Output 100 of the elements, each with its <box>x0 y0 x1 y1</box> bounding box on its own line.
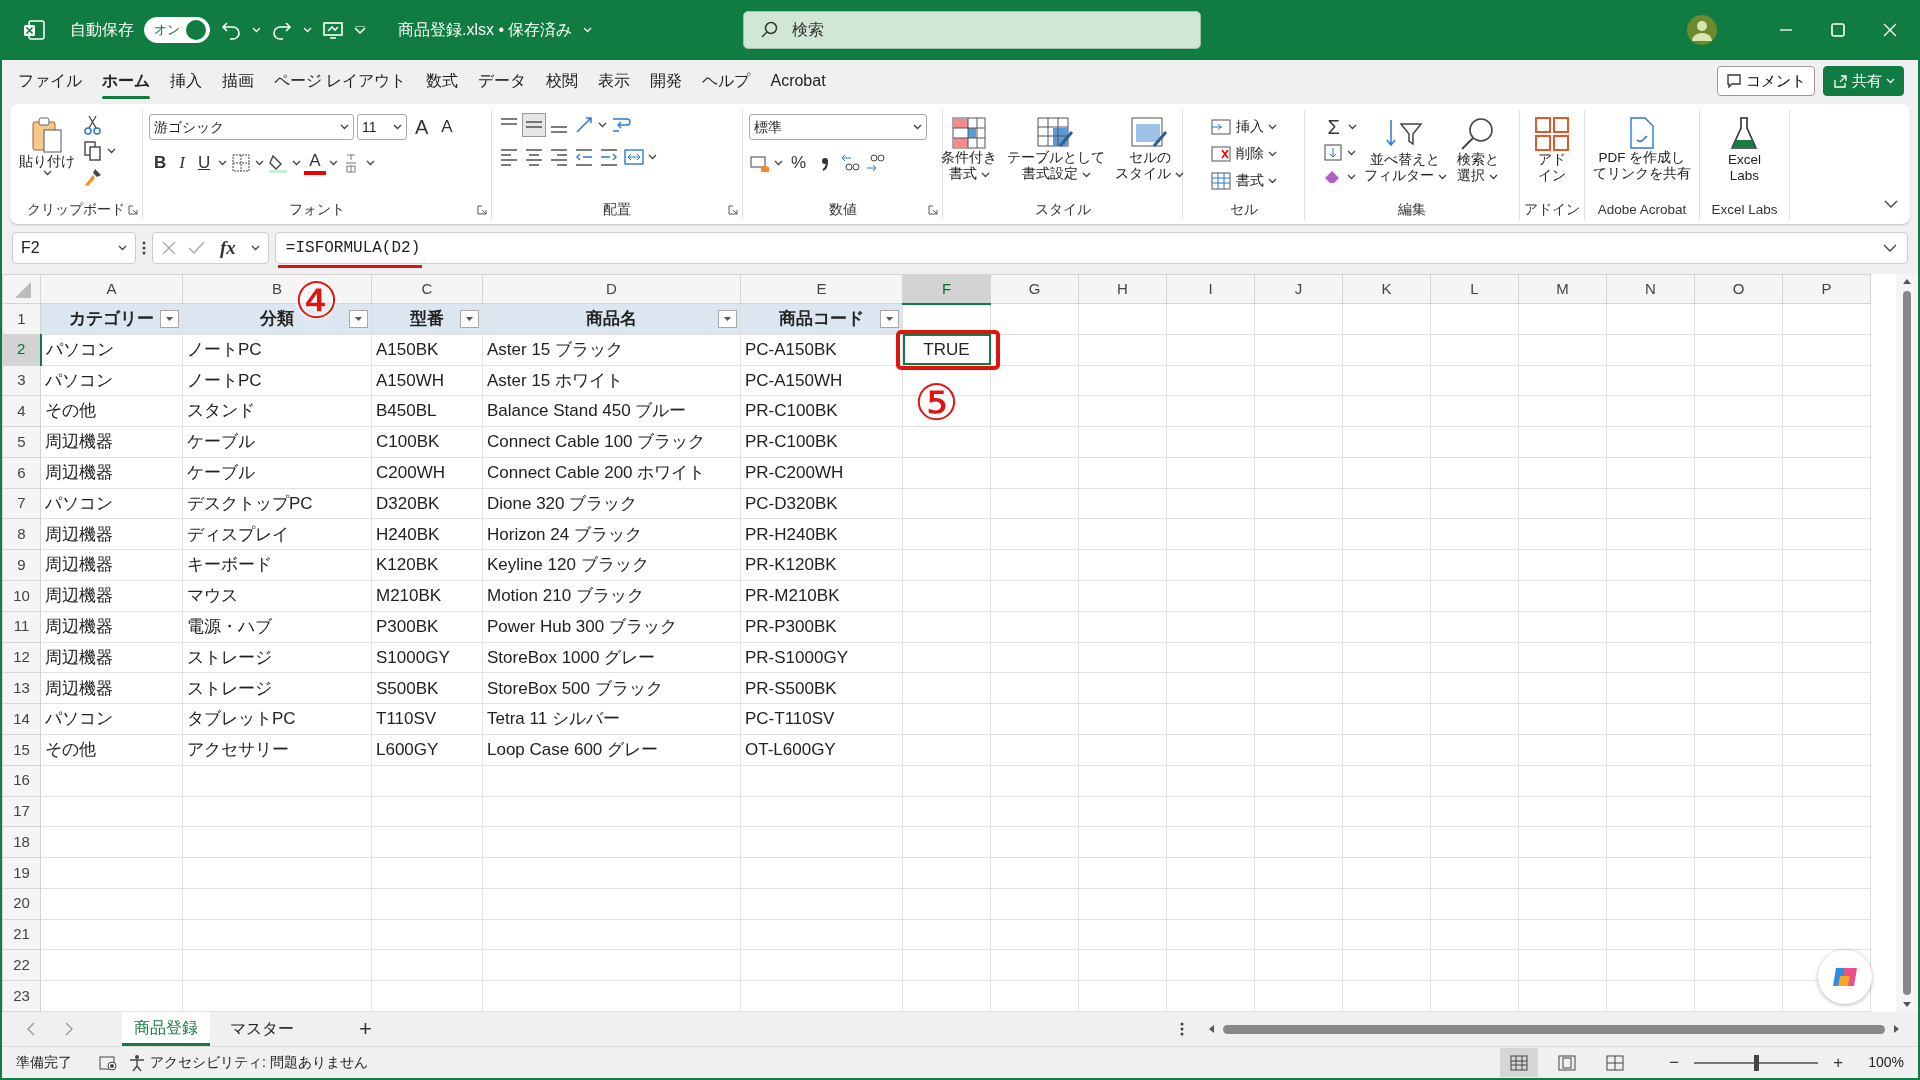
column-header[interactable]: J <box>1254 274 1343 304</box>
menu-tab[interactable]: データ <box>468 63 537 99</box>
align-right-icon[interactable] <box>548 146 570 168</box>
paste-button[interactable]: 貼り付け <box>16 114 78 179</box>
redo-icon[interactable] <box>271 19 293 41</box>
dialog-launcher-icon[interactable] <box>728 204 738 215</box>
row-header[interactable]: 1 <box>2 303 41 335</box>
caret-icon[interactable] <box>365 160 375 166</box>
search-field[interactable]: 検索 <box>790 12 1200 48</box>
horizontal-scrollbar[interactable] <box>1208 1024 1900 1034</box>
dialog-launcher-icon[interactable] <box>928 204 938 215</box>
row-header[interactable]: 8 <box>2 518 41 550</box>
filter-dropdown-button[interactable] <box>460 310 479 328</box>
caret-icon[interactable] <box>1347 150 1357 156</box>
brush-icon[interactable] <box>82 166 104 188</box>
document-title[interactable]: 商品登録.xlsx • 保存済み <box>398 18 573 42</box>
italic-button[interactable]: I <box>174 150 190 176</box>
column-header[interactable]: L <box>1430 274 1519 304</box>
caret-icon[interactable] <box>340 124 349 130</box>
row-header[interactable]: 12 <box>2 642 41 673</box>
normal-view-button[interactable] <box>1500 1048 1539 1077</box>
column-header[interactable]: K <box>1342 274 1431 304</box>
row-header[interactable]: 9 <box>2 549 41 581</box>
middle-align-icon[interactable] <box>523 114 545 136</box>
accessibility-icon[interactable] <box>128 1053 146 1072</box>
row-header[interactable]: 19 <box>2 857 41 889</box>
macro-record-icon[interactable] <box>98 1054 118 1071</box>
row-header[interactable]: 6 <box>2 457 41 489</box>
menu-tab[interactable]: 数式 <box>416 63 469 99</box>
row-header[interactable]: 17 <box>2 796 41 827</box>
caret-icon[interactable] <box>42 170 52 177</box>
filter-dropdown-button[interactable] <box>718 310 737 328</box>
row-header[interactable]: 2 <box>2 334 41 366</box>
sheet-tab[interactable]: マスター <box>218 1012 306 1046</box>
row-header[interactable]: 18 <box>2 826 41 858</box>
increase-decimal-icon[interactable] <box>839 152 862 174</box>
caret-icon[interactable] <box>1437 173 1447 180</box>
zoom-slider-thumb[interactable] <box>1754 1054 1760 1071</box>
caret-icon[interactable] <box>598 122 607 128</box>
align-center-icon[interactable] <box>523 146 545 168</box>
scroll-right-icon[interactable] <box>1893 1024 1900 1034</box>
format-button[interactable]: 書式 <box>1207 168 1280 193</box>
column-header[interactable]: H <box>1078 274 1167 304</box>
row-header[interactable]: 3 <box>2 365 41 396</box>
caret-icon[interactable] <box>913 124 922 130</box>
decrease-indent-icon[interactable] <box>573 146 595 168</box>
sheet-tab[interactable]: 商品登録 <box>122 1012 210 1046</box>
caret-icon[interactable] <box>107 148 116 154</box>
zoom-out-button[interactable]: − <box>1664 1049 1685 1076</box>
column-header[interactable]: I <box>1166 274 1255 304</box>
insert-button[interactable]: 挿入 <box>1207 114 1280 139</box>
row-header[interactable]: 23 <box>2 980 41 1012</box>
scroll-left-icon[interactable] <box>1208 1024 1215 1034</box>
column-header[interactable]: G <box>990 274 1079 304</box>
column-header[interactable]: F <box>902 274 991 304</box>
menu-tab[interactable]: Acrobat <box>760 63 836 99</box>
delete-button[interactable]: 削除 <box>1207 141 1280 166</box>
caret-icon[interactable] <box>774 160 783 166</box>
menu-tab[interactable]: 挿入 <box>160 63 212 99</box>
increase-indent-icon[interactable] <box>598 146 620 168</box>
align-left-icon[interactable] <box>498 146 520 168</box>
column-header[interactable]: A <box>40 274 183 304</box>
caret-icon[interactable] <box>980 171 990 178</box>
create-pdf-button[interactable]: PDF を作成し てリンクを共有 <box>1590 114 1694 185</box>
column-header[interactable]: C <box>371 274 483 304</box>
column-header[interactable]: O <box>1694 274 1783 304</box>
conditional-format-button[interactable]: 条件付き 書式 <box>938 114 1001 185</box>
dialog-launcher-icon[interactable] <box>128 204 138 215</box>
row-header[interactable]: 10 <box>2 580 41 612</box>
scroll-up-icon[interactable] <box>1902 278 1912 285</box>
column-header[interactable]: D <box>482 274 741 304</box>
row-header[interactable]: 11 <box>2 611 41 643</box>
insert-function-button[interactable]: fx <box>215 235 241 261</box>
underline-button[interactable]: U <box>192 150 216 176</box>
merge-center-icon[interactable] <box>623 146 645 168</box>
menu-tab[interactable]: ファイル <box>8 63 92 99</box>
bold-button[interactable]: B <box>149 150 172 176</box>
accessibility-status[interactable]: アクセシビリティ: 問題ありません <box>150 1052 368 1073</box>
caret-icon[interactable] <box>1174 171 1184 178</box>
row-header[interactable]: 5 <box>2 426 41 458</box>
font-name-field[interactable]: 游ゴシック <box>149 114 354 140</box>
caret-icon[interactable] <box>118 245 127 251</box>
fill-color-icon[interactable] <box>267 152 290 174</box>
scissors-icon[interactable] <box>82 114 104 136</box>
scroll-down-icon[interactable] <box>1902 1001 1912 1008</box>
row-header[interactable]: 16 <box>2 765 41 796</box>
column-header[interactable]: E <box>740 274 903 304</box>
percent-button[interactable]: % <box>786 150 812 176</box>
caret-icon[interactable] <box>218 160 228 166</box>
filter-dropdown-button[interactable] <box>880 310 899 328</box>
filter-dropdown-button[interactable] <box>160 310 179 328</box>
number-format-field[interactable]: 標準 <box>749 114 927 140</box>
menu-tab[interactable]: 開発 <box>640 63 693 99</box>
column-header[interactable]: N <box>1606 274 1695 304</box>
undo-icon[interactable] <box>220 19 242 41</box>
customize-caret-icon[interactable] <box>354 26 366 34</box>
menu-tab[interactable]: 描画 <box>212 63 264 99</box>
grow-font-button[interactable]: A <box>410 114 434 140</box>
column-header[interactable]: P <box>1782 274 1871 304</box>
font-color-button[interactable]: A <box>304 151 326 175</box>
